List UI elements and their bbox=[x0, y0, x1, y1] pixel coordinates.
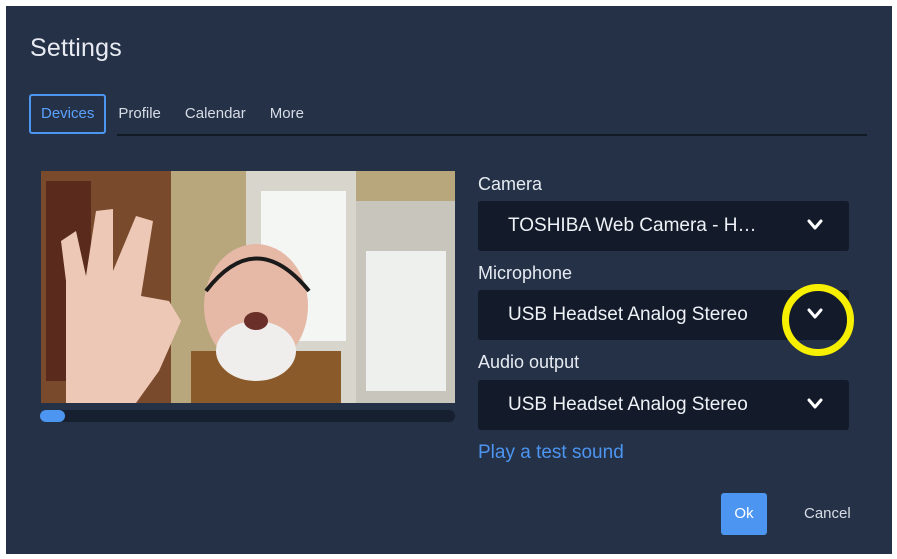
tab-devices[interactable]: Devices bbox=[29, 94, 107, 134]
settings-dialog: Settings Devices Profile Calendar More C… bbox=[6, 6, 892, 554]
microphone-select-value: USB Headset Analog Stereo bbox=[508, 304, 748, 325]
tab-divider bbox=[117, 134, 867, 136]
tab-profile[interactable]: Profile bbox=[106, 95, 173, 133]
microphone-select[interactable]: USB Headset Analog Stereo bbox=[478, 290, 849, 340]
microphone-label: Microphone bbox=[478, 263, 573, 283]
tab-calendar[interactable]: Calendar bbox=[173, 95, 258, 133]
chevron-down-icon[interactable] bbox=[807, 219, 823, 231]
camera-select[interactable]: TOSHIBA Web Camera - H… bbox=[478, 201, 849, 251]
chevron-down-icon[interactable] bbox=[807, 398, 823, 410]
audio-output-select[interactable]: USB Headset Analog Stereo bbox=[478, 380, 849, 430]
camera-preview-image bbox=[41, 171, 455, 403]
audio-level-meter bbox=[40, 410, 455, 422]
audio-output-select-value: USB Headset Analog Stereo bbox=[508, 394, 748, 415]
camera-label: Camera bbox=[478, 174, 543, 194]
ok-button[interactable]: Ok bbox=[721, 493, 767, 535]
audio-output-label: Audio output bbox=[478, 352, 580, 372]
tab-bar: Devices Profile Calendar More bbox=[29, 94, 316, 134]
tab-more[interactable]: More bbox=[258, 95, 316, 133]
camera-preview bbox=[41, 171, 455, 403]
chevron-down-icon[interactable] bbox=[807, 308, 823, 320]
camera-select-value: TOSHIBA Web Camera - H… bbox=[508, 215, 757, 236]
audio-level-fill bbox=[40, 410, 65, 422]
dialog-title: Settings bbox=[30, 34, 122, 62]
cancel-button[interactable]: Cancel bbox=[804, 493, 851, 535]
play-test-sound-link[interactable]: Play a test sound bbox=[478, 442, 624, 464]
